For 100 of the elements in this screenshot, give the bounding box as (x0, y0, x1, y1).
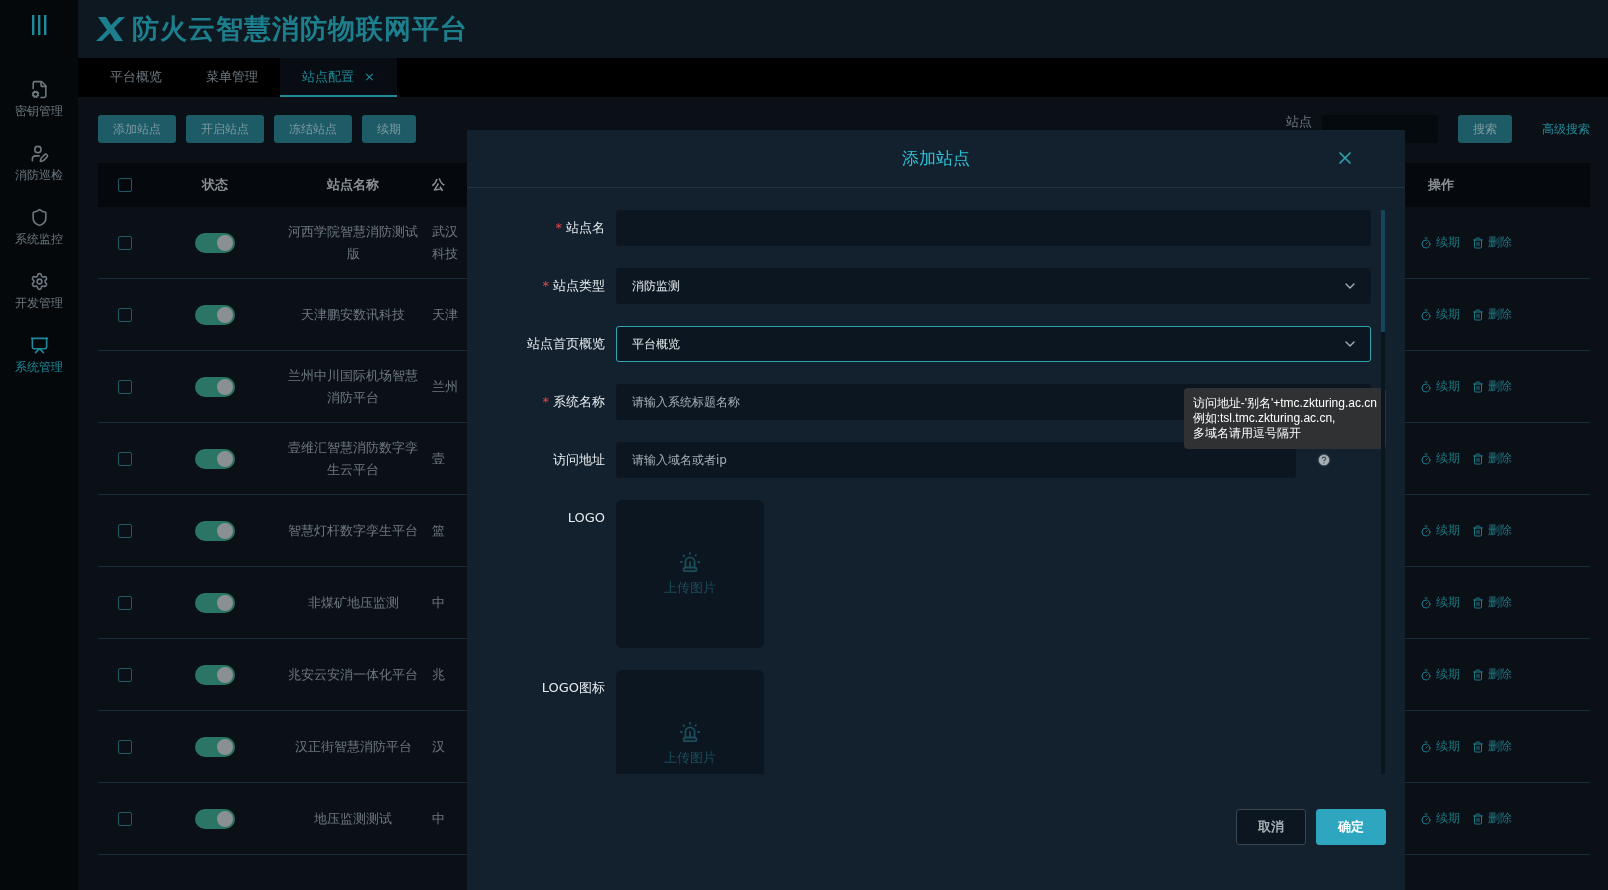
row-checkbox[interactable] (118, 739, 132, 754)
advanced-search-link[interactable]: 高级搜索 (1542, 120, 1590, 138)
status-toggle[interactable] (195, 232, 235, 253)
table-cell-text: 武汉科技 (432, 222, 459, 263)
close-icon[interactable]: × (364, 69, 375, 84)
help-tooltip: 访问地址-'别名'+tmc.zkturing.ac.cn 例如:tsl.tmc.zkturing.ac.cn, 多域名请用逗号隔开 (1183, 388, 1386, 449)
sidebar-item[interactable]: 开发管理 (0, 272, 78, 336)
status-toggle[interactable] (195, 592, 235, 613)
field-label: * 站点类型 (541, 277, 605, 295)
field-label: LOGO图标 (540, 679, 605, 697)
table-cell-text: 兰州中川国际机场智慧消防平台 (287, 366, 419, 407)
row-checkbox[interactable] (118, 235, 132, 250)
trash-icon (1472, 380, 1484, 393)
toolbar-button[interactable]: 冻结站点 (274, 115, 352, 143)
toolbar-button[interactable]: 添加站点 (98, 115, 176, 143)
renew-link[interactable]: 续期 (1420, 450, 1460, 467)
sidebar-item[interactable]: 系统管理 (0, 336, 78, 400)
delete-link[interactable]: 删除 (1472, 666, 1512, 683)
toolbar-button[interactable]: 开启站点 (186, 115, 264, 143)
column-header: 公 (431, 176, 446, 194)
sidebar-icon (29, 208, 49, 227)
dialog-title: 添加站点 (902, 147, 970, 170)
row-checkbox[interactable] (118, 811, 132, 826)
timer-icon (1420, 308, 1432, 321)
delete-link[interactable]: 删除 (1472, 594, 1512, 611)
select-value: 平台概览 (632, 335, 680, 353)
table-cell-text: 中 (432, 809, 446, 828)
toolbar-button[interactable]: 续期 (362, 115, 416, 143)
trash-icon (1472, 236, 1484, 249)
row-checkbox[interactable] (118, 595, 132, 610)
tab[interactable]: 平台概览 (88, 58, 184, 97)
row-checkbox[interactable] (118, 523, 132, 538)
field-label: 站点首页概览 (526, 335, 605, 353)
help-icon[interactable] (1317, 453, 1331, 467)
renew-link[interactable]: 续期 (1420, 378, 1460, 395)
sidebar-item[interactable]: 系统监控 (0, 208, 78, 272)
row-checkbox[interactable] (118, 379, 132, 394)
renew-link[interactable]: 续期 (1420, 666, 1460, 683)
select-field[interactable]: 消防监测 (616, 268, 1371, 304)
status-toggle[interactable] (195, 808, 235, 829)
table-cell-text: 地压监测测试 (313, 809, 393, 828)
table-cell-text: 壹维汇智慧消防数字孪生云平台 (287, 438, 419, 479)
renew-link[interactable]: 续期 (1420, 522, 1460, 539)
renew-link[interactable]: 续期 (1420, 306, 1460, 323)
delete-link[interactable]: 删除 (1472, 522, 1512, 539)
table-cell-text: 河西学院智慧消防测试版 (287, 222, 419, 263)
status-toggle[interactable] (195, 736, 235, 757)
delete-link[interactable]: 删除 (1472, 234, 1512, 251)
delete-link[interactable]: 删除 (1472, 738, 1512, 755)
status-toggle[interactable] (195, 376, 235, 397)
sidebar-item[interactable]: 密钥管理 (0, 80, 78, 144)
timer-icon (1420, 380, 1432, 393)
search-button[interactable]: 搜索 (1458, 115, 1512, 143)
column-header: 状态 (200, 176, 229, 194)
field-label: * 系统名称 (541, 393, 605, 411)
menu-icon[interactable] (30, 14, 48, 36)
delete-link[interactable]: 删除 (1472, 306, 1512, 323)
timer-icon (1420, 812, 1432, 825)
select-field[interactable]: 平台概览 (616, 326, 1371, 362)
trash-icon (1472, 668, 1484, 681)
table-cell-text: 汉正街智慧消防平台 (293, 737, 413, 756)
input-field[interactable]: 请输入域名或者ip (616, 442, 1296, 478)
tab[interactable]: 菜单管理 (184, 58, 280, 97)
trash-icon (1472, 740, 1484, 753)
status-toggle[interactable] (195, 304, 235, 325)
app-title: 防火云智慧消防物联网平台 (132, 12, 468, 46)
renew-link[interactable]: 续期 (1420, 810, 1460, 827)
row-checkbox[interactable] (118, 451, 132, 466)
table-cell-text: 非煤矿地压监测 (306, 593, 400, 612)
trash-icon (1472, 452, 1484, 465)
renew-link[interactable]: 续期 (1420, 738, 1460, 755)
table-cell-text: 智慧灯杆数字孪生平台 (287, 521, 419, 540)
confirm-button[interactable]: 确定 (1316, 809, 1386, 845)
table-cell-text: 篮 (432, 521, 446, 540)
trash-icon (1472, 308, 1484, 321)
select-value: 消防监测 (632, 277, 680, 295)
delete-link[interactable]: 删除 (1472, 450, 1512, 467)
table-cell-text: 兆安云安消一体化平台 (287, 665, 419, 684)
row-checkbox[interactable] (118, 307, 132, 322)
renew-link[interactable]: 续期 (1420, 234, 1460, 251)
status-toggle[interactable] (195, 448, 235, 469)
table-cell-text: 汉 (432, 737, 446, 756)
table-cell-text: 兰州 (432, 377, 459, 396)
status-toggle[interactable] (195, 520, 235, 541)
table-cell-text: 天津鹏安数讯科技 (300, 305, 406, 324)
status-toggle[interactable] (195, 664, 235, 685)
renew-link[interactable]: 续期 (1420, 594, 1460, 611)
select-all-checkbox[interactable] (118, 178, 132, 192)
table-cell-text: 中 (432, 593, 446, 612)
sidebar-item[interactable]: 消防巡检 (0, 144, 78, 208)
sidebar-icon (29, 144, 49, 163)
cancel-button[interactable]: 取消 (1236, 809, 1306, 845)
tab[interactable]: 站点配置 × (280, 58, 397, 97)
column-header: 操作 (1427, 176, 1455, 194)
timer-icon (1420, 236, 1432, 249)
delete-link[interactable]: 删除 (1472, 378, 1512, 395)
row-checkbox[interactable] (118, 667, 132, 682)
sidebar-icon (29, 80, 49, 99)
column-header: 站点名称 (326, 176, 380, 194)
delete-link[interactable]: 删除 (1472, 810, 1512, 827)
